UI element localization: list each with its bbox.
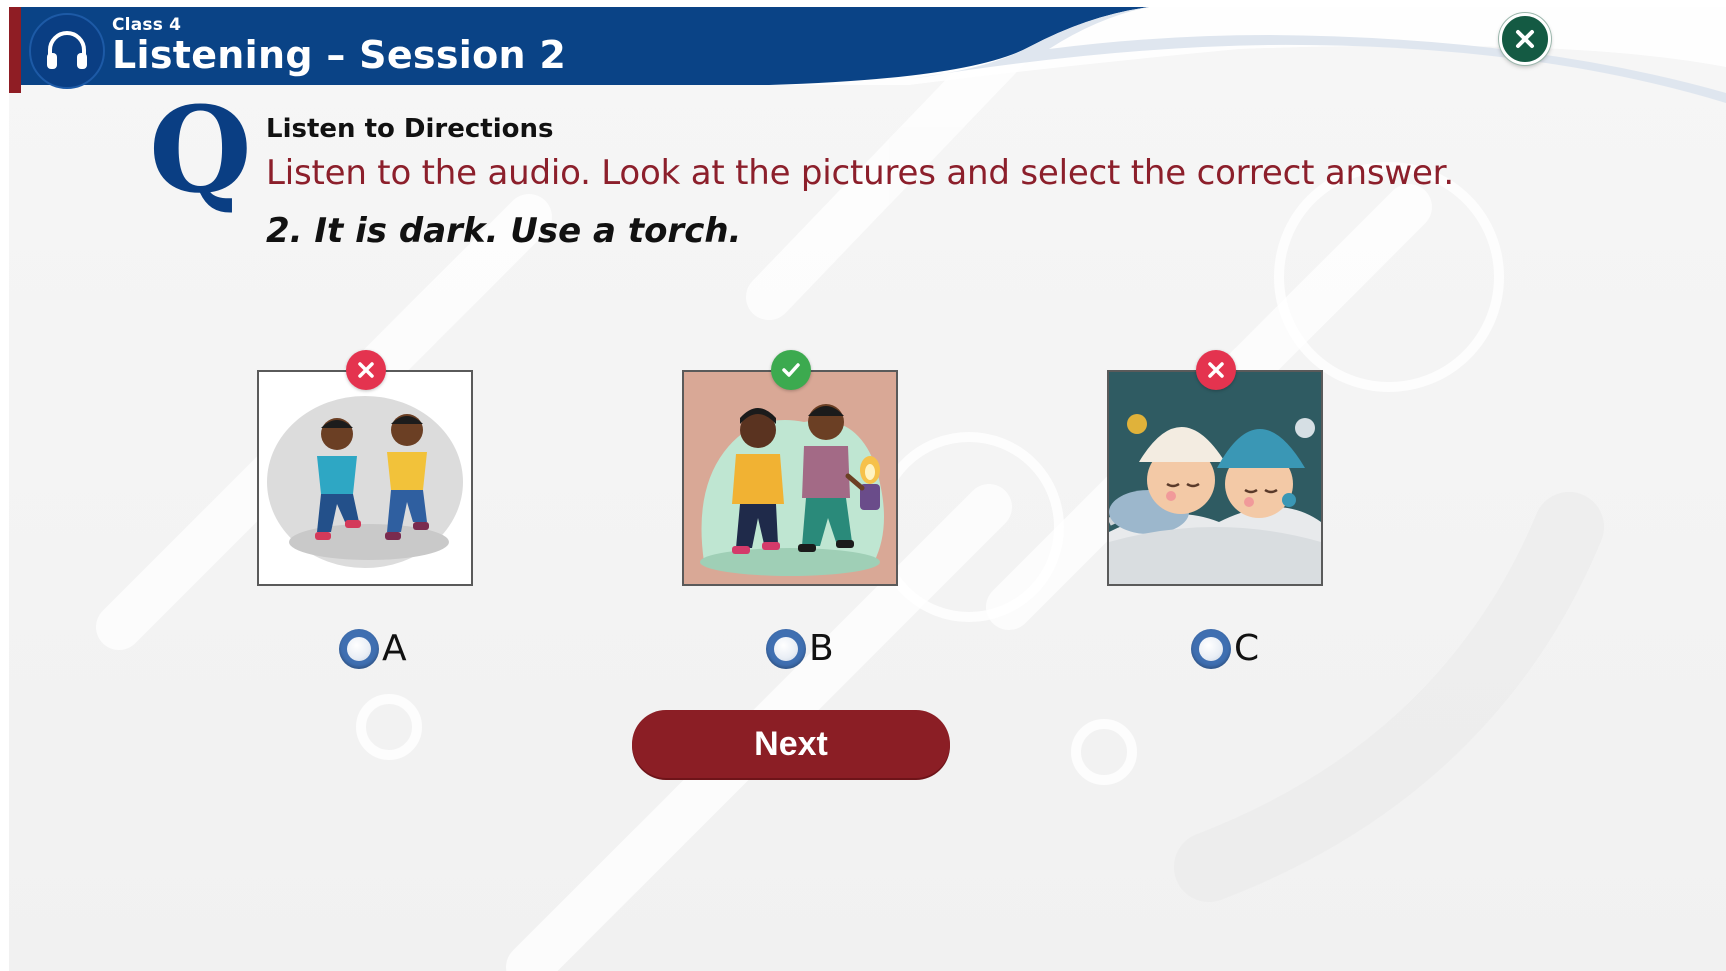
option-b-picture[interactable] (682, 370, 898, 586)
option-c-picture[interactable] (1107, 370, 1323, 586)
question-instruction: Listen to the audio. Look at the picture… (266, 153, 1454, 193)
option-a-label: A (382, 628, 407, 669)
close-icon (1516, 30, 1534, 48)
option-a-radio[interactable]: A (339, 629, 407, 669)
next-button[interactable]: Next (632, 710, 950, 778)
question-mark-q: Q (149, 80, 252, 219)
option-c-label: C (1234, 628, 1260, 669)
option-c-radio[interactable]: C (1191, 629, 1259, 669)
radio-button[interactable] (766, 629, 806, 669)
radio-button[interactable] (339, 629, 379, 669)
option-b-correct-badge (771, 350, 811, 390)
option-a-picture[interactable] (257, 370, 473, 586)
class-label: Class 4 (112, 15, 182, 35)
header-accent-bar (9, 7, 21, 93)
option-c-wrong-badge (1196, 350, 1236, 390)
option-b-label: B (809, 628, 834, 669)
activity-screen: Class 4 Listening – Session 2 Q Listen t… (9, 7, 1726, 971)
question-prompt: 2. It is dark. Use a torch. (266, 211, 742, 251)
close-button[interactable] (1499, 13, 1551, 65)
question-heading: Listen to Directions (266, 114, 554, 144)
cross-icon (1208, 362, 1224, 378)
session-title: Listening – Session 2 (112, 33, 567, 77)
headphones-icon (29, 13, 105, 89)
check-icon (782, 363, 800, 377)
option-b-radio[interactable]: B (766, 629, 834, 669)
radio-button[interactable] (1191, 629, 1231, 669)
option-a-wrong-badge (346, 350, 386, 390)
cross-icon (358, 362, 374, 378)
